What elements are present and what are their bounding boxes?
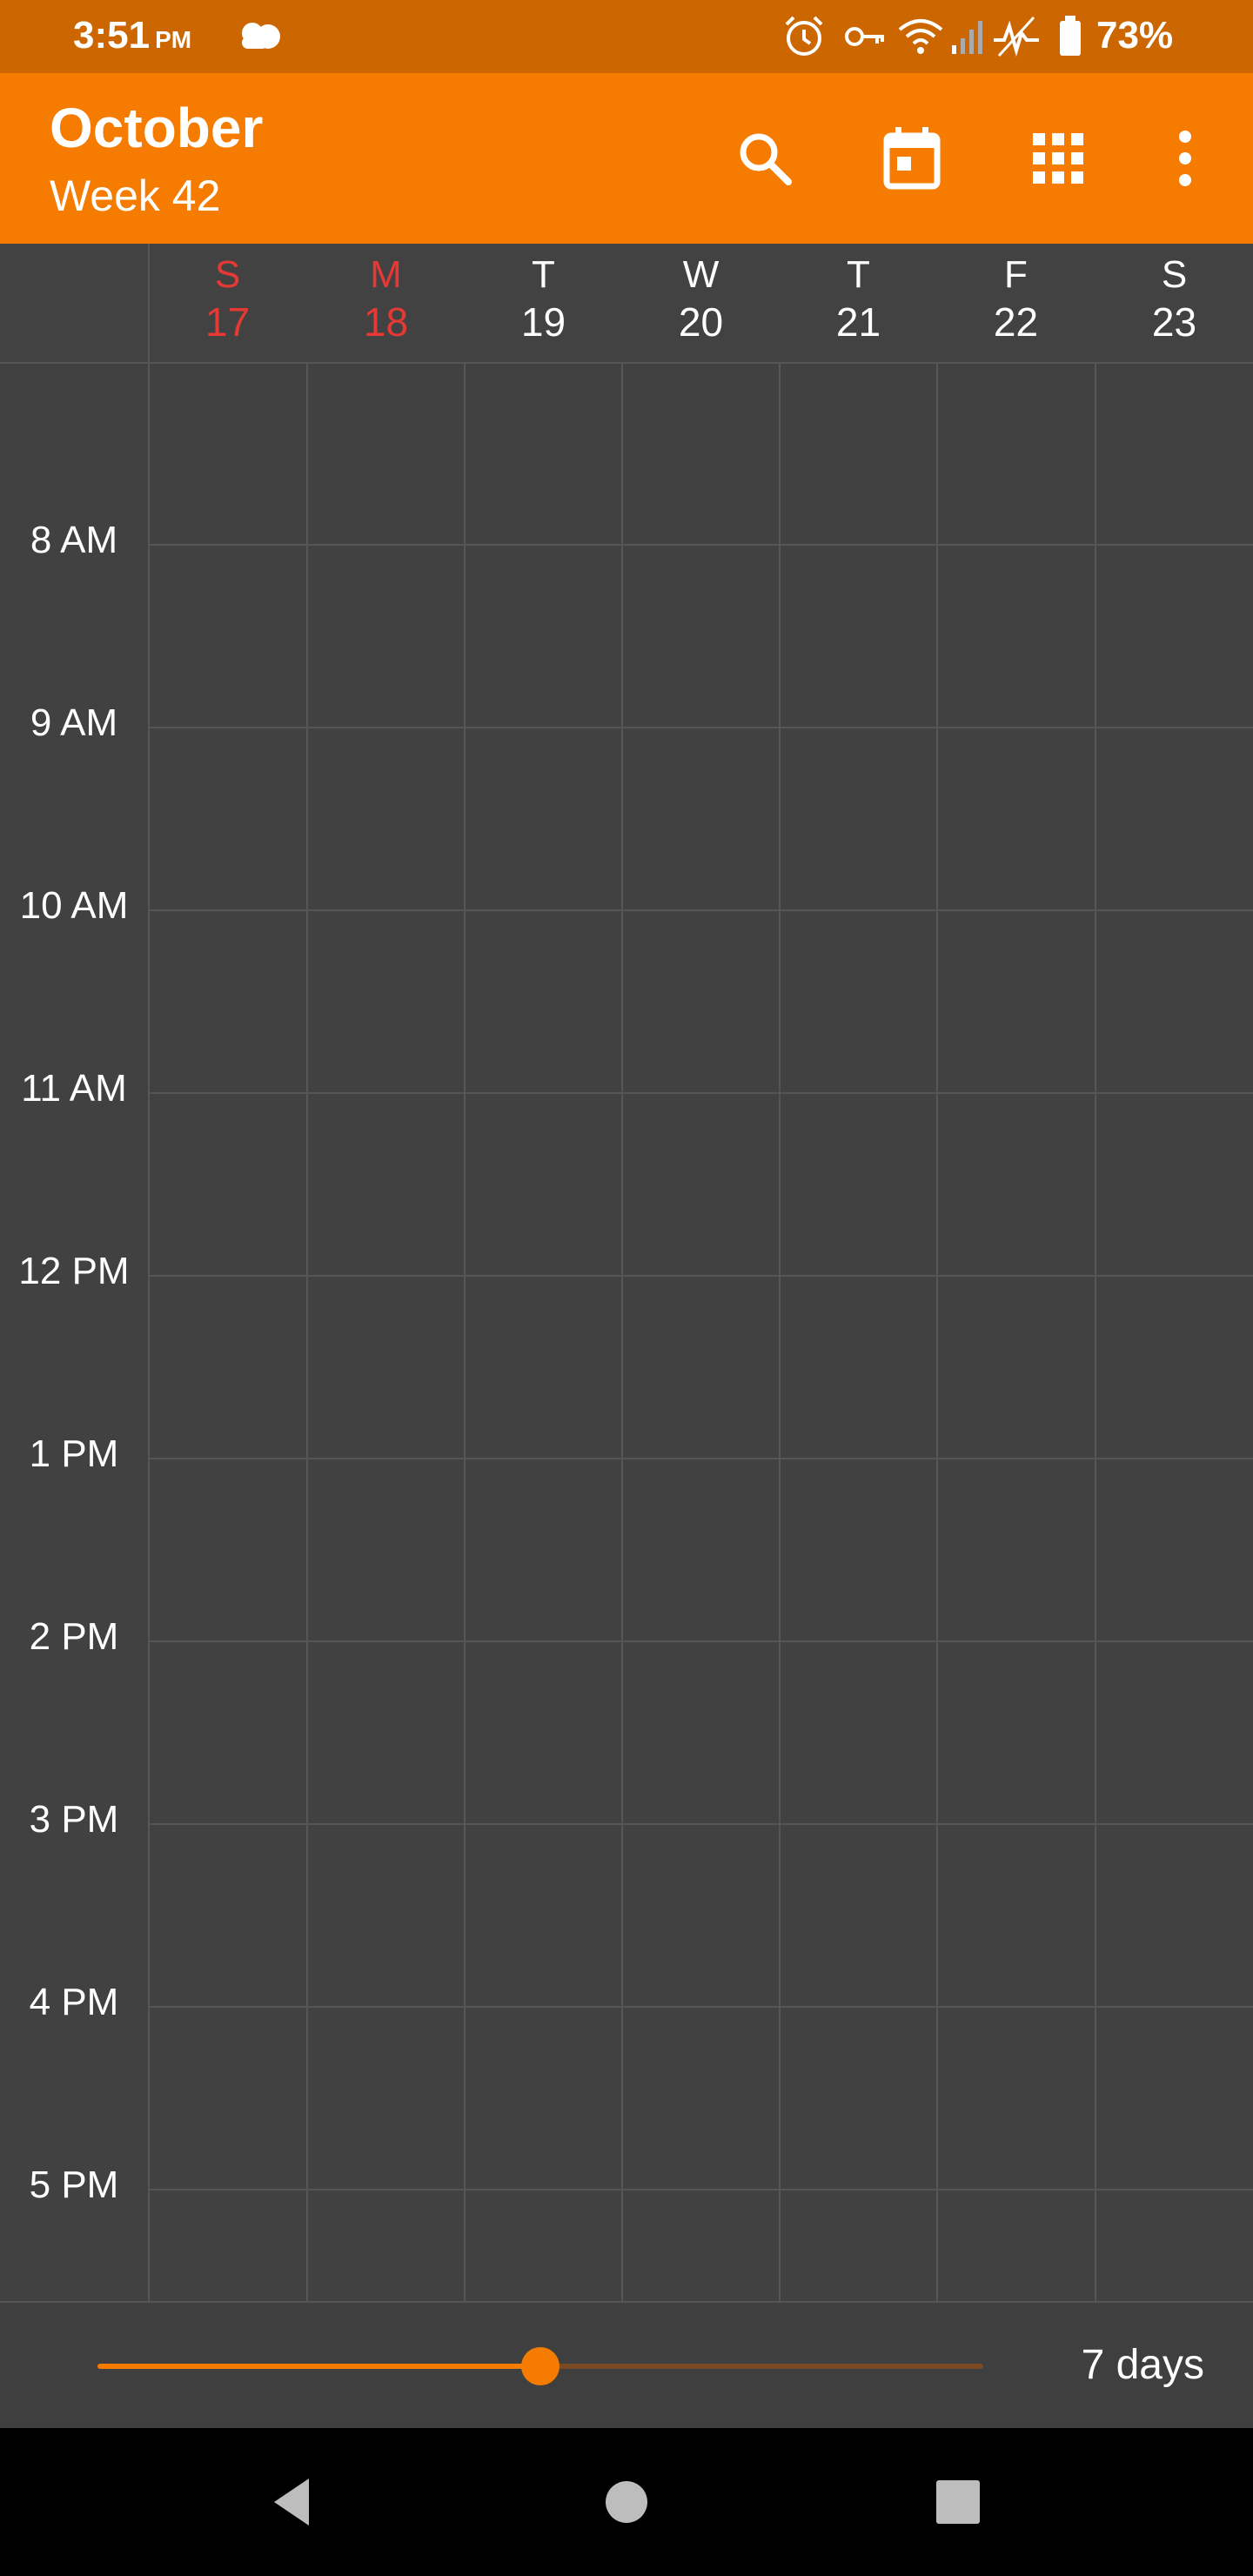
hour-label: 3 PM xyxy=(29,1798,119,1841)
wifi-icon xyxy=(896,12,945,65)
hour-label: 2 PM xyxy=(29,1615,119,1658)
cloud-icon xyxy=(237,12,289,65)
week-time-grid[interactable]: 8 AM 9 AM 10 AM 11 AM 12 PM 1 PM 2 PM 3 … xyxy=(0,362,1253,2301)
hour-line xyxy=(148,1458,1253,1459)
hour-line xyxy=(148,1275,1253,1277)
month-title: October xyxy=(50,97,264,159)
signal-icon xyxy=(948,12,987,65)
status-time: 3:51 PM xyxy=(73,14,192,57)
day-column-header[interactable]: W 20 xyxy=(622,244,780,362)
hour-line xyxy=(148,1823,1253,1825)
slider-fill xyxy=(97,2364,540,2369)
back-button[interactable] xyxy=(244,2454,339,2550)
hour-line xyxy=(148,727,1253,728)
grid-column-divider xyxy=(148,362,150,2301)
hour-line xyxy=(148,909,1253,911)
hour-label: 11 AM xyxy=(21,1067,127,1110)
bottom-bar: 7 days xyxy=(0,2301,1253,2430)
hour-label: 12 PM xyxy=(18,1250,130,1292)
search-button[interactable] xyxy=(717,111,813,206)
day-column-header[interactable]: M 18 xyxy=(307,244,465,362)
header-divider xyxy=(148,244,150,362)
more-vert-icon xyxy=(1179,131,1191,186)
day-column-header[interactable]: T 21 xyxy=(780,244,937,362)
day-column-header[interactable]: S 17 xyxy=(149,244,306,362)
calendar-today-icon xyxy=(883,127,941,190)
hour-label: 1 PM xyxy=(29,1432,119,1475)
hour-label: 5 PM xyxy=(29,2163,119,2206)
week-day-header: S 17 M 18 T 19 W 20 T 21 F 22 S 23 xyxy=(0,244,1253,364)
hour-line xyxy=(148,2189,1253,2190)
grid-column-divider xyxy=(779,362,781,2301)
hour-line xyxy=(148,1640,1253,1642)
slider-thumb[interactable] xyxy=(521,2347,559,2385)
search-icon xyxy=(740,133,792,185)
app-bar: October Week 42 xyxy=(0,73,1253,244)
grid-column-divider xyxy=(936,362,938,2301)
day-column-header[interactable]: S 23 xyxy=(1096,244,1253,362)
week-subtitle: Week 42 xyxy=(50,171,221,220)
hour-line xyxy=(148,2006,1253,2008)
home-icon xyxy=(606,2481,647,2523)
hour-line xyxy=(148,544,1253,546)
grid-column-divider xyxy=(306,362,308,2301)
overflow-menu-button[interactable] xyxy=(1137,111,1233,206)
hour-label: 9 AM xyxy=(30,701,118,744)
day-column-header[interactable]: T 19 xyxy=(465,244,622,362)
hour-line xyxy=(148,1092,1253,1094)
view-switch-button[interactable] xyxy=(1010,111,1106,206)
grid-column-divider xyxy=(621,362,623,2301)
days-count-label: 7 days xyxy=(1081,2342,1204,2388)
back-icon xyxy=(274,2479,309,2526)
go-to-today-button[interactable] xyxy=(864,111,960,206)
system-nav-bar xyxy=(0,2428,1253,2576)
home-button[interactable] xyxy=(579,2454,674,2550)
recents-icon xyxy=(936,2480,980,2524)
activity-icon xyxy=(992,12,1041,65)
vpn-key-icon xyxy=(842,12,888,65)
grid-column-divider xyxy=(464,362,466,2301)
recents-button[interactable] xyxy=(910,2454,1006,2550)
hour-label: 4 PM xyxy=(29,1981,119,2023)
grid-view-icon xyxy=(1033,133,1083,184)
battery-icon xyxy=(1056,12,1084,65)
alarm-icon xyxy=(781,12,827,65)
hour-label: 8 AM xyxy=(30,519,118,561)
grid-column-divider xyxy=(1095,362,1096,2301)
status-bar: 3:51 PM 73% xyxy=(0,0,1253,73)
days-slider[interactable] xyxy=(97,2347,983,2385)
hour-label: 10 AM xyxy=(19,884,129,927)
day-column-header[interactable]: F 22 xyxy=(937,244,1095,362)
battery-percent: 73% xyxy=(1096,14,1174,57)
